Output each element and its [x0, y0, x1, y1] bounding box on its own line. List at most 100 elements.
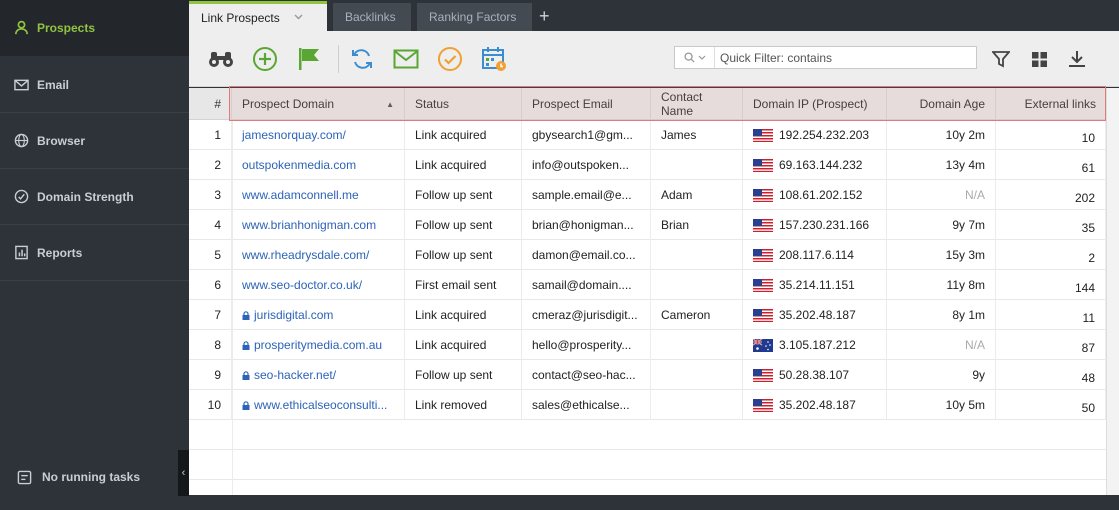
column-header-external-links[interactable]: External links [996, 88, 1106, 120]
column-header-domain-ip[interactable]: Domain IP (Prospect) [743, 88, 887, 120]
add-prospect-button[interactable] [250, 44, 280, 74]
cell-external-links: 48 [996, 360, 1106, 390]
cell-prospect-domain[interactable]: seo-hacker.net/ [232, 360, 405, 390]
cell-number-text: 8 [214, 338, 221, 352]
sidebar-item-label: Prospects [37, 20, 96, 35]
column-header-prospect-email[interactable]: Prospect Email [522, 88, 651, 120]
cell-number-text: 3 [214, 188, 221, 202]
sidebar-item-reports[interactable]: Reports [0, 225, 189, 281]
column-header-status[interactable]: Status [405, 88, 522, 120]
cell-prospect-domain[interactable]: prosperitymedia.com.au [232, 330, 405, 360]
running-tasks-status[interactable]: No running tasks [0, 460, 178, 494]
column-header-number[interactable]: # [189, 88, 232, 120]
column-header-domain-age[interactable]: Domain Age [887, 88, 996, 120]
table-row[interactable]: 7 jurisdigital.com Link acquired cmeraz@jur… [189, 300, 1106, 330]
cell-contact-name [651, 330, 743, 360]
binoculars-icon [208, 50, 234, 68]
plus-circle-icon [252, 46, 278, 72]
column-header-contact-name[interactable]: Contact Name [651, 88, 743, 120]
cell-number: 7 [189, 300, 232, 330]
cell-domain-age: N/A [887, 330, 996, 360]
tab-ranking-factors[interactable]: Ranking Factors [417, 3, 532, 31]
sidebar-item-label: Email [37, 77, 70, 92]
column-header-label: Domain Age [919, 97, 985, 111]
sidebar-item-label: Domain Strength [37, 189, 134, 204]
filter-mode-dropdown[interactable] [675, 47, 715, 68]
cell-domain-ip-text: 192.254.232.203 [779, 128, 870, 142]
empty-row [189, 450, 1106, 480]
cell-domain-ip-text: 69.163.144.232 [779, 158, 863, 172]
tab-link-prospects[interactable]: Link Prospects [189, 1, 327, 31]
cell-prospect-email: samail@domain.... [522, 270, 651, 300]
cell-number: 4 [189, 210, 232, 240]
cell-prospect-domain[interactable]: www.adamconnell.me [232, 180, 405, 210]
cell-status: Follow up sent [405, 240, 522, 270]
table-row[interactable]: 5 www.rheadrysdale.com/Follow up sent damo… [189, 240, 1106, 270]
cell-prospect-email-text: gbysearch1@gm... [532, 128, 633, 142]
cell-domain-ip-text: 35.214.11.151 [779, 278, 855, 292]
cell-contact-name [651, 360, 743, 390]
column-header-prospect-domain[interactable]: Prospect Domain ▲ [232, 88, 405, 120]
sort-ascending-icon: ▲ [386, 99, 394, 109]
filter-button[interactable] [986, 44, 1016, 74]
column-divider [232, 120, 233, 495]
cell-contact-name-text: James [661, 128, 697, 142]
cell-number: 8 [189, 330, 232, 360]
cell-number: 1 [189, 120, 232, 150]
chevron-down-icon[interactable] [294, 12, 303, 23]
cell-domain-ip: 69.163.144.232 [743, 150, 887, 180]
tab-backlinks[interactable]: Backlinks [333, 3, 411, 31]
cell-prospect-domain[interactable]: www.brianhonigman.com [232, 210, 405, 240]
table-row[interactable]: 1 jamesnorquay.com/Link acquired gbysearch… [189, 120, 1106, 150]
lock-icon [242, 340, 254, 350]
column-header-label: Prospect Domain [242, 97, 335, 111]
table-row[interactable]: 10 www.ethicalseoconsulti... Link removed s… [189, 390, 1106, 420]
tabs-bar: Link Prospects Backlinks Ranking Factors… [189, 0, 1119, 31]
cell-prospect-email: damon@email.co... [522, 240, 651, 270]
email-button[interactable] [391, 44, 421, 74]
cell-prospect-email: cmeraz@jurisdigit... [522, 300, 651, 330]
cell-prospect-domain[interactable]: www.rheadrysdale.com/ [232, 240, 405, 270]
cell-number: 3 [189, 180, 232, 210]
download-icon [1068, 50, 1086, 68]
cell-number-text: 7 [214, 308, 221, 322]
cell-prospect-domain[interactable]: jamesnorquay.com/ [232, 120, 405, 150]
vertical-scrollbar[interactable] [1106, 88, 1119, 495]
sidebar-collapse-handle[interactable]: ‹ [178, 450, 189, 496]
mark-done-button[interactable] [435, 44, 465, 74]
cell-status: Link acquired [405, 330, 522, 360]
quick-filter-input[interactable] [715, 47, 976, 68]
export-button[interactable] [1062, 44, 1092, 74]
cell-domain-age-text: 10y 5m [945, 398, 985, 412]
table-row[interactable]: 6 www.seo-doctor.co.uk/First email sent sa… [189, 270, 1106, 300]
australia-flag-icon [753, 338, 779, 352]
table-row[interactable]: 4 www.brianhonigman.com Follow up sent bria… [189, 210, 1106, 240]
cell-prospect-domain[interactable]: jurisdigital.com [232, 300, 405, 330]
tab-label: Backlinks [345, 10, 396, 24]
cell-prospect-domain[interactable]: outspokenmedia.com [232, 150, 405, 180]
cell-prospect-domain[interactable]: www.seo-doctor.co.uk/ [232, 270, 405, 300]
sidebar-item-email[interactable]: Email [0, 57, 189, 113]
cell-status-text: Link acquired [415, 128, 487, 142]
sidebar-item-prospects[interactable]: Prospects [0, 0, 189, 56]
table-row[interactable]: 2 outspokenmedia.com Link acquired info@out… [189, 150, 1106, 180]
table-row[interactable]: 9 seo-hacker.net/Follow up sent contact@se… [189, 360, 1106, 390]
cell-prospect-domain[interactable]: www.ethicalseoconsulti... [232, 390, 405, 420]
refresh-icon [350, 47, 374, 71]
flag-button[interactable] [294, 44, 324, 74]
cell-domain-age: 11y 8m [887, 270, 996, 300]
columns-layout-button[interactable] [1024, 44, 1054, 74]
sidebar-item-browser[interactable]: Browser [0, 113, 189, 169]
lock-icon [242, 310, 254, 320]
update-button[interactable] [347, 44, 377, 74]
cell-external-links: 10 [996, 120, 1106, 150]
cell-domain-ip-text: 108.61.202.152 [779, 188, 863, 202]
cell-prospect-domain-text: www.adamconnell.me [242, 188, 359, 202]
schedule-button[interactable] [479, 44, 509, 74]
sidebar-item-label: Reports [37, 245, 83, 260]
add-tab-button[interactable]: + [539, 6, 550, 27]
table-row[interactable]: 3 www.adamconnell.me Follow up sent sample.… [189, 180, 1106, 210]
find-prospects-button[interactable] [206, 44, 236, 74]
sidebar-item-domain-strength[interactable]: Domain Strength [0, 169, 189, 225]
table-row[interactable]: 8 prosperitymedia.com.au Link acquired hell… [189, 330, 1106, 360]
